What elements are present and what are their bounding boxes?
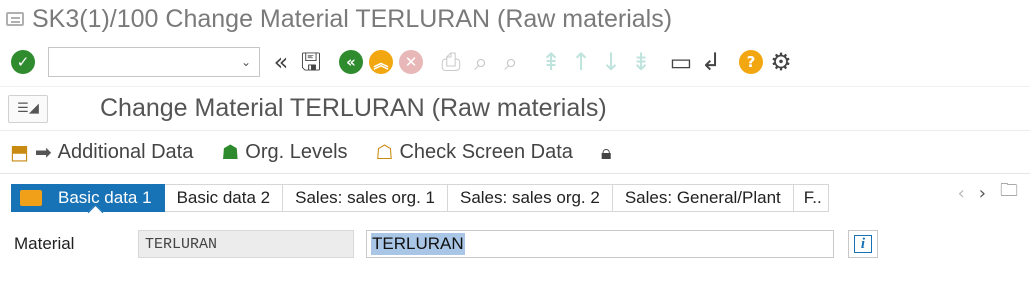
settings-icon: ⚙	[770, 48, 792, 76]
tab-navigation: ‹ › 🗀	[958, 178, 1018, 208]
menu-icon: ☰◢	[17, 101, 39, 116]
chevron-left-icon[interactable]: ‹	[958, 183, 965, 204]
previous-page-button[interactable]: ↑	[566, 47, 596, 77]
material-description-field[interactable]: TERLURAN	[366, 230, 834, 258]
back-icon: «	[339, 50, 363, 74]
exit-icon: ︽	[369, 50, 393, 74]
info-icon: i	[854, 235, 872, 253]
find-icon: ⌕	[474, 48, 488, 76]
save-icon: 🖫	[300, 48, 322, 76]
find-next-icon: ⌕	[504, 48, 518, 76]
window-title: SK3(1)/100 Change Material TERLURAN (Raw…	[32, 4, 673, 33]
tab-basic-data-2[interactable]: Basic data 2	[164, 184, 284, 212]
tab-label: Basic data 1	[58, 188, 152, 207]
exit-button[interactable]: ︽	[366, 47, 396, 77]
tab-truncated[interactable]: F..	[793, 184, 829, 212]
cancel-button[interactable]: ✕	[396, 47, 426, 77]
chevron-right-icon[interactable]: ›	[979, 183, 986, 204]
settings-button[interactable]: ⚙	[766, 47, 796, 77]
shortcut-icon: ↲	[700, 48, 722, 76]
enter-button[interactable]: ✓	[8, 47, 38, 77]
tab-strip: Basic data 1 Basic data 2 Sales: sales o…	[0, 174, 1030, 218]
last-page-icon: ⇟	[630, 48, 652, 76]
material-description-text: TERLURAN	[371, 233, 465, 255]
right-arrow-icon: ➡	[34, 140, 52, 164]
window-title-bar: SK3(1)/100 Change Material TERLURAN (Raw…	[0, 0, 1030, 38]
export-icon: ⬒	[10, 140, 29, 164]
find-next-button[interactable]: ⌕	[496, 47, 526, 77]
system-toolbar: ✓ ⌄ « 🖫 « ︽ ✕ ⎙ ⌕ ⌕ ⇞ ↑ ↓ ⇟ ▭ ↲ ? ⚙	[0, 38, 1030, 86]
org-levels-label: Org. Levels	[245, 140, 348, 163]
first-page-icon: ⇞	[540, 48, 562, 76]
material-number-field: TERLURAN	[138, 230, 354, 258]
additional-data-label: Additional Data	[57, 140, 194, 163]
tab-basic-data-1[interactable]: Basic data 1	[11, 184, 165, 212]
tab-label: Sales: sales org. 2	[459, 188, 600, 207]
additional-data-button[interactable]: ⬒ ➡ Additional Data	[10, 140, 193, 164]
collapse-command-field-button[interactable]: «	[266, 47, 296, 77]
print-button[interactable]: ⎙	[436, 47, 466, 77]
cancel-icon: ✕	[399, 50, 423, 74]
tab-sales-general-plant[interactable]: Sales: General/Plant	[612, 184, 794, 212]
lock-button[interactable]: 🔒︎	[601, 140, 618, 164]
org-structure-icon: ☗	[221, 140, 240, 164]
previous-page-icon: ↑	[570, 48, 592, 76]
tab-label: F..	[803, 188, 822, 207]
org-levels-button[interactable]: ☗ Org. Levels	[221, 140, 347, 164]
next-page-button[interactable]: ↓	[596, 47, 626, 77]
material-row: Material TERLURAN TERLURAN i	[0, 218, 1030, 270]
tab-label: Sales: sales org. 1	[295, 188, 435, 207]
help-button[interactable]: ?	[736, 47, 766, 77]
page-title: Change Material TERLURAN (Raw materials)	[100, 94, 607, 122]
new-session-button[interactable]: ▭	[666, 47, 696, 77]
find-button[interactable]: ⌕	[466, 47, 496, 77]
new-session-icon: ▭	[669, 48, 693, 76]
lock-icon: 🔒︎	[600, 140, 612, 164]
tab-sales-org-1[interactable]: Sales: sales org. 1	[283, 184, 448, 212]
check-screen-data-button[interactable]: ☖ Check Screen Data	[376, 140, 573, 164]
window-menu-icon[interactable]	[6, 12, 24, 26]
command-field[interactable]: ⌄	[48, 47, 260, 77]
info-button[interactable]: i	[848, 230, 878, 258]
last-page-button[interactable]: ⇟	[626, 47, 656, 77]
enter-icon: ✓	[11, 50, 35, 74]
check-screen-data-label: Check Screen Data	[399, 140, 573, 163]
application-toolbar: ⬒ ➡ Additional Data ☗ Org. Levels ☖ Chec…	[0, 130, 1030, 174]
check-data-icon: ☖	[375, 140, 394, 164]
tab-sales-org-2[interactable]: Sales: sales org. 2	[447, 184, 613, 212]
back-button[interactable]: «	[336, 47, 366, 77]
tab-label: Basic data 2	[176, 188, 271, 207]
menu-button[interactable]: ☰◢	[8, 94, 48, 123]
tab-view-icon	[20, 190, 42, 206]
first-page-button[interactable]: ⇞	[536, 47, 566, 77]
save-button[interactable]: 🖫	[296, 47, 326, 77]
chevron-down-icon[interactable]: ⌄	[241, 55, 251, 69]
tab-list-icon[interactable]: 🗀	[1000, 178, 1018, 208]
next-page-icon: ↓	[600, 48, 622, 76]
print-icon: ⎙	[441, 48, 461, 76]
help-icon: ?	[739, 50, 763, 74]
shortcut-button[interactable]: ↲	[696, 47, 726, 77]
double-left-arrow-icon: «	[273, 48, 289, 76]
material-label: Material	[14, 234, 75, 253]
tab-label: Sales: General/Plant	[624, 188, 781, 207]
screen-header: ☰◢ Change Material TERLURAN (Raw materia…	[0, 86, 1030, 130]
